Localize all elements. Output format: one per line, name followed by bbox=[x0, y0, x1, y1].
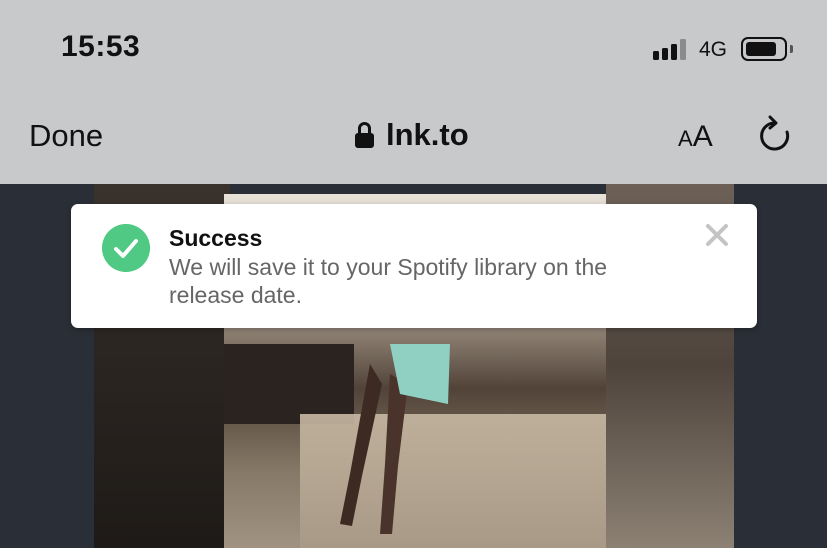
battery-icon bbox=[741, 37, 787, 61]
toast-title: Success bbox=[169, 225, 263, 251]
address-bar[interactable]: lnk.to bbox=[355, 117, 469, 153]
battery-level bbox=[746, 42, 776, 56]
text-size-small-glyph: A bbox=[678, 126, 693, 151]
cellular-signal-icon bbox=[653, 38, 691, 60]
photo-detail-figure bbox=[340, 344, 450, 534]
browser-nav-bar: Done lnk.to AA bbox=[0, 95, 827, 184]
text-size-button[interactable]: AA bbox=[678, 120, 713, 154]
reload-icon[interactable] bbox=[756, 115, 794, 155]
text-size-big-glyph: A bbox=[692, 120, 713, 153]
close-icon[interactable] bbox=[704, 222, 730, 248]
lock-icon bbox=[355, 122, 374, 148]
battery-tip bbox=[790, 45, 793, 53]
status-bar: 15:53 4G bbox=[0, 0, 827, 95]
check-circle-icon bbox=[102, 224, 150, 272]
status-time: 15:53 bbox=[61, 30, 141, 63]
toast-message: We will save it to your Spotify library … bbox=[169, 254, 608, 308]
url-text: lnk.to bbox=[386, 117, 469, 152]
done-button[interactable]: Done bbox=[29, 118, 103, 154]
network-type: 4G bbox=[699, 38, 728, 61]
success-toast: Success We will save it to your Spotify … bbox=[71, 204, 757, 328]
